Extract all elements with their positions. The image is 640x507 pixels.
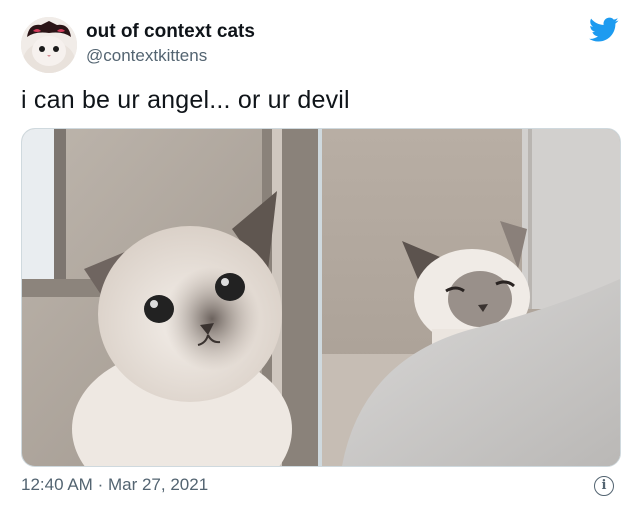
- author-display-name[interactable]: out of context cats: [86, 21, 255, 43]
- twitter-bird-icon[interactable]: [589, 17, 619, 43]
- media-grid: [21, 128, 621, 467]
- media-photo-devil[interactable]: [322, 129, 620, 466]
- media-photo-angel[interactable]: [22, 129, 318, 466]
- tweet-time: 12:40 AM: [21, 475, 93, 494]
- tweet-date: Mar 27, 2021: [107, 475, 209, 494]
- tweet-timestamp[interactable]: 12:40 AM · Mar 27, 2021: [21, 475, 208, 495]
- tweet-card: out of context cats @contextkittens i ca…: [0, 0, 640, 507]
- tweet-text: i can be ur angel... or ur devil: [21, 86, 350, 114]
- author-handle[interactable]: @contextkittens: [86, 46, 207, 66]
- avatar[interactable]: [21, 17, 77, 73]
- info-icon[interactable]: i: [594, 476, 614, 496]
- timestamp-separator: ·: [97, 475, 104, 494]
